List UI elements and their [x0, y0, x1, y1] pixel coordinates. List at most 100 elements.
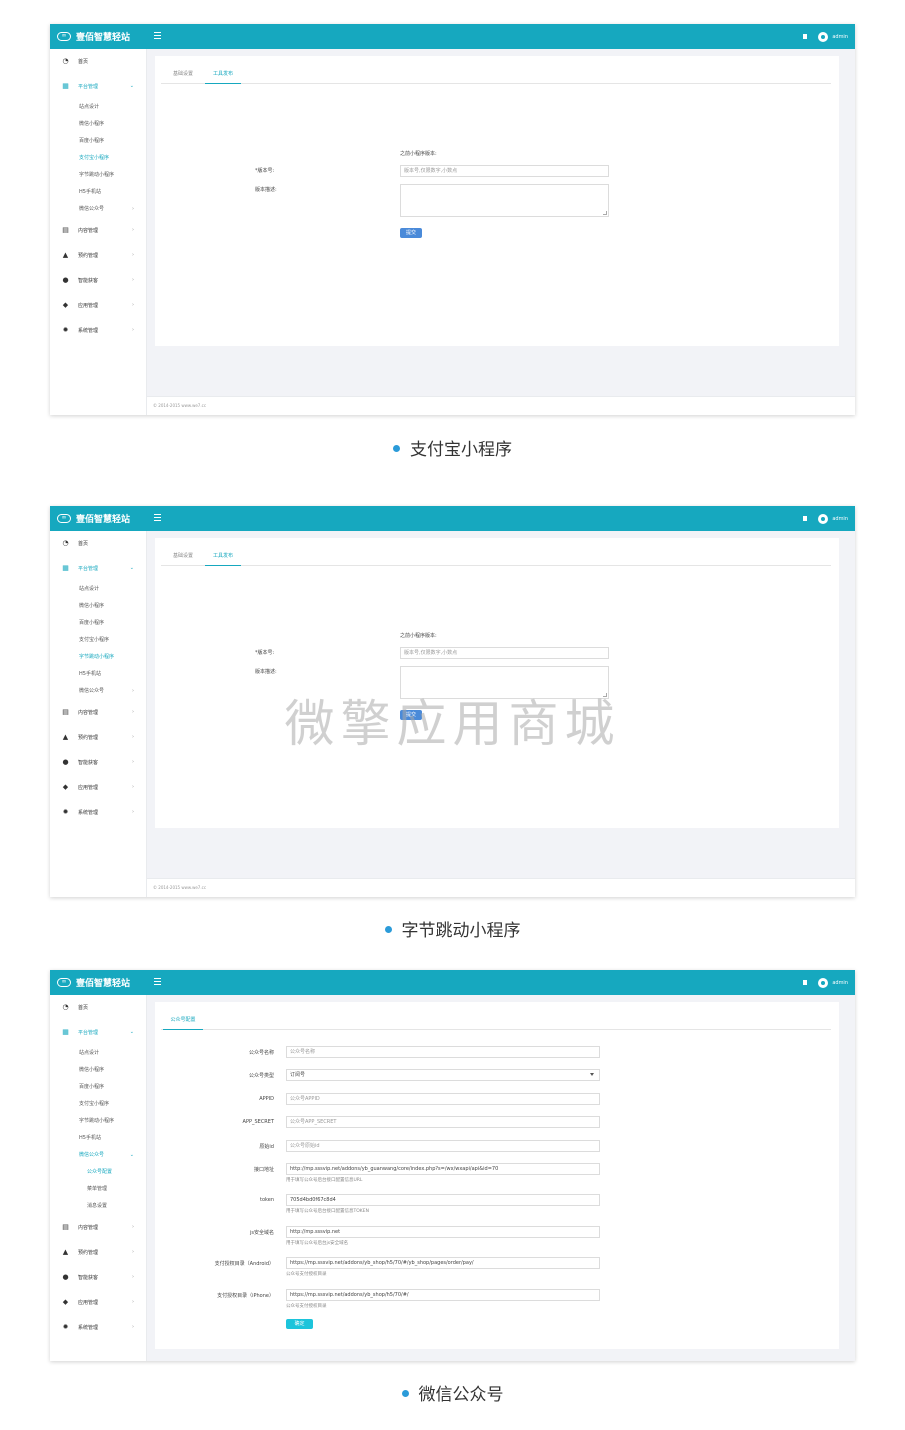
sidebar-item-content[interactable]: ▤ 内容管理 ›: [50, 218, 146, 243]
top-bar: ∞ 壹佰智慧轻站 admin: [50, 970, 855, 995]
sidebar-item-platform[interactable]: ▦ 平台管理 ⌄: [50, 556, 146, 581]
sidebar-item-leads[interactable]: ● 智能获客 ›: [50, 268, 146, 293]
sidebar-sub-message-settings[interactable]: 消息设置: [50, 1198, 146, 1215]
sidebar-item-system[interactable]: ✹ 系统管理 ›: [50, 800, 146, 825]
sidebar-sub-h5[interactable]: H5手机站: [50, 184, 146, 201]
username[interactable]: admin: [832, 980, 848, 986]
mp-name-input[interactable]: 公众号名称: [286, 1046, 600, 1058]
caption-bytedance: 字节跳动小程序: [0, 916, 905, 941]
sidebar-item-apps[interactable]: ◆ 应用管理 ›: [50, 775, 146, 800]
bullet-icon: [393, 444, 400, 452]
users-icon: ●: [62, 276, 69, 284]
bell-icon: ▲: [62, 251, 69, 259]
logo[interactable]: ∞ 壹佰智慧轻站: [57, 970, 130, 995]
sidebar-sub-baidu-mini[interactable]: 百度小程序: [50, 133, 146, 150]
sidebar-item-apps[interactable]: ◆ 应用管理 ›: [50, 1290, 146, 1315]
sidebar-item-home[interactable]: ◔ 首页: [50, 995, 146, 1020]
pay-iphone-input[interactable]: https://mp.sssvip.net/addons/yb_shop/h5/…: [286, 1289, 600, 1301]
sidebar-item-content[interactable]: ▤ 内容管理 ›: [50, 1215, 146, 1240]
username[interactable]: admin: [832, 34, 848, 40]
pay-android-help: 公众号支付授权目录: [286, 1272, 327, 1277]
sidebar-sub-bytedance-mini[interactable]: 字节跳动小程序: [50, 1113, 146, 1130]
pay-iphone-help: 公众号支付授权目录: [286, 1304, 327, 1309]
token-input[interactable]: 705d4bd0f67c8d4: [286, 1194, 600, 1206]
caption-wechat-mp: 微信公众号: [0, 1380, 905, 1405]
sidebar-sub-site-design[interactable]: 站点设计: [50, 581, 146, 598]
username[interactable]: admin: [832, 516, 848, 522]
app-secret-input[interactable]: 公众号APP_SECRET: [286, 1116, 600, 1128]
sidebar-sub-menu-manage[interactable]: 菜单管理: [50, 1181, 146, 1198]
sidebar-item-booking[interactable]: ▲ 预约管理 ›: [50, 1240, 146, 1265]
tab-basic-settings[interactable]: 基础设置: [169, 69, 197, 83]
sidebar-sub-h5[interactable]: H5手机站: [50, 1130, 146, 1147]
menu-toggle-icon[interactable]: [154, 978, 161, 985]
chevron-down-icon: ⌄: [129, 1029, 134, 1035]
sidebar-sub-alipay-mini[interactable]: 支付宝小程序: [50, 632, 146, 649]
mp-type-select[interactable]: 订阅号: [286, 1069, 600, 1081]
version-input[interactable]: 版本号,仅限数字,小数点: [400, 165, 609, 177]
confirm-button[interactable]: 确定: [286, 1319, 313, 1329]
menu-toggle-icon[interactable]: [154, 32, 161, 39]
sidebar-item-system[interactable]: ✹ 系统管理 ›: [50, 318, 146, 343]
sidebar-sub-bytedance-mini[interactable]: 字节跳动小程序: [50, 167, 146, 184]
chevron-right-icon: ›: [132, 1224, 134, 1230]
sidebar-sub-site-design[interactable]: 站点设计: [50, 99, 146, 116]
release-card: 基础设置 工具发布 之前小程序版本: *版本号: 版本号,仅限数字,小数点 版本…: [155, 56, 839, 346]
sidebar-sub-site-design[interactable]: 站点设计: [50, 1045, 146, 1062]
sidebar-item-platform[interactable]: ▦ 平台管理 ⌄: [50, 1020, 146, 1045]
grid-icon: ▦: [62, 1028, 69, 1036]
tab-basic-settings[interactable]: 基础设置: [169, 551, 197, 565]
sidebar-sub-mp-config[interactable]: 公众号配置: [50, 1164, 146, 1181]
field-label-mp-name: 公众号名称: [248, 1050, 274, 1056]
sidebar-item-system[interactable]: ✹ 系统管理 ›: [50, 1315, 146, 1340]
message-icon[interactable]: [803, 516, 808, 521]
sidebar-sub-alipay-mini[interactable]: 支付宝小程序: [50, 150, 146, 167]
api-url-input[interactable]: http://mp.sssvip.net/addons/yb_guanwang/…: [286, 1163, 600, 1175]
message-icon[interactable]: [803, 34, 808, 39]
tab-bar: 基础设置 工具发布: [161, 551, 831, 566]
sidebar-sub-h5[interactable]: H5手机站: [50, 666, 146, 683]
sidebar-sub-wechat-mini[interactable]: 微信小程序: [50, 1062, 146, 1079]
top-bar: ∞ 壹佰智慧轻站 admin: [50, 506, 855, 531]
sidebar-sub-alipay-mini[interactable]: 支付宝小程序: [50, 1096, 146, 1113]
cube-icon: ◆: [62, 1298, 69, 1306]
tab-mp-config[interactable]: 公众号配置: [163, 1015, 203, 1030]
avatar[interactable]: [818, 977, 829, 988]
original-id-input[interactable]: 公众号原始id: [286, 1140, 600, 1152]
logo[interactable]: ∞ 壹佰智慧轻站: [57, 24, 130, 49]
dashboard-icon: ◔: [62, 57, 69, 65]
tab-tool-release[interactable]: 工具发布: [205, 551, 241, 566]
users-icon: ●: [62, 758, 69, 766]
sidebar-sub-wechat-mp[interactable]: 微信公众号 ⌄: [50, 1147, 146, 1164]
logo[interactable]: ∞ 壹佰智慧轻站: [57, 506, 130, 531]
sidebar-sub-baidu-mini[interactable]: 百度小程序: [50, 615, 146, 632]
avatar[interactable]: [818, 31, 829, 42]
sidebar-item-home[interactable]: ◔ 首页: [50, 531, 146, 556]
sidebar-sub-wechat-mini[interactable]: 微信小程序: [50, 598, 146, 615]
sidebar-item-home[interactable]: ◔ 首页: [50, 49, 146, 74]
sidebar-sub-wechat-mini[interactable]: 微信小程序: [50, 116, 146, 133]
message-icon[interactable]: [803, 980, 808, 985]
tab-tool-release[interactable]: 工具发布: [205, 69, 241, 84]
avatar[interactable]: [818, 513, 829, 524]
sidebar-item-apps[interactable]: ◆ 应用管理 ›: [50, 293, 146, 318]
desc-textarea[interactable]: [400, 184, 609, 217]
sidebar-item-platform[interactable]: ▦ 平台管理 ⌄: [50, 74, 146, 99]
js-domain-help: 用于填写公众号后台js安全域名: [286, 1241, 349, 1246]
sidebar-item-leads[interactable]: ● 智能获客 ›: [50, 1265, 146, 1290]
main-area: 基础设置 工具发布 之前小程序版本: *版本号: 版本号,仅限数字,小数点 版本…: [147, 49, 855, 415]
pay-android-input[interactable]: https://mp.sssvip.net/addons/yb_shop/h5/…: [286, 1257, 600, 1269]
chevron-right-icon: ›: [132, 206, 134, 212]
submit-button[interactable]: 提交: [400, 228, 422, 238]
appid-input[interactable]: 公众号APPID: [286, 1093, 600, 1105]
sidebar-item-booking[interactable]: ▲ 预约管理 ›: [50, 243, 146, 268]
sidebar-sub-wechat-mp[interactable]: 微信公众号 ›: [50, 201, 146, 218]
brand-name: 壹佰智慧轻站: [76, 33, 131, 43]
menu-toggle-icon[interactable]: [154, 514, 161, 521]
sidebar-sub-baidu-mini[interactable]: 百度小程序: [50, 1079, 146, 1096]
js-domain-input[interactable]: http://mp.sssvip.net: [286, 1226, 600, 1238]
wechat-config-card: 公众号配置 公众号名称 公众号名称 公众号类型 订阅号 APPID 公众号APP…: [155, 1002, 839, 1349]
version-input[interactable]: 版本号,仅限数字,小数点: [400, 647, 609, 659]
sidebar-sub-bytedance-mini[interactable]: 字节跳动小程序: [50, 649, 146, 666]
chevron-right-icon: ›: [132, 784, 134, 790]
